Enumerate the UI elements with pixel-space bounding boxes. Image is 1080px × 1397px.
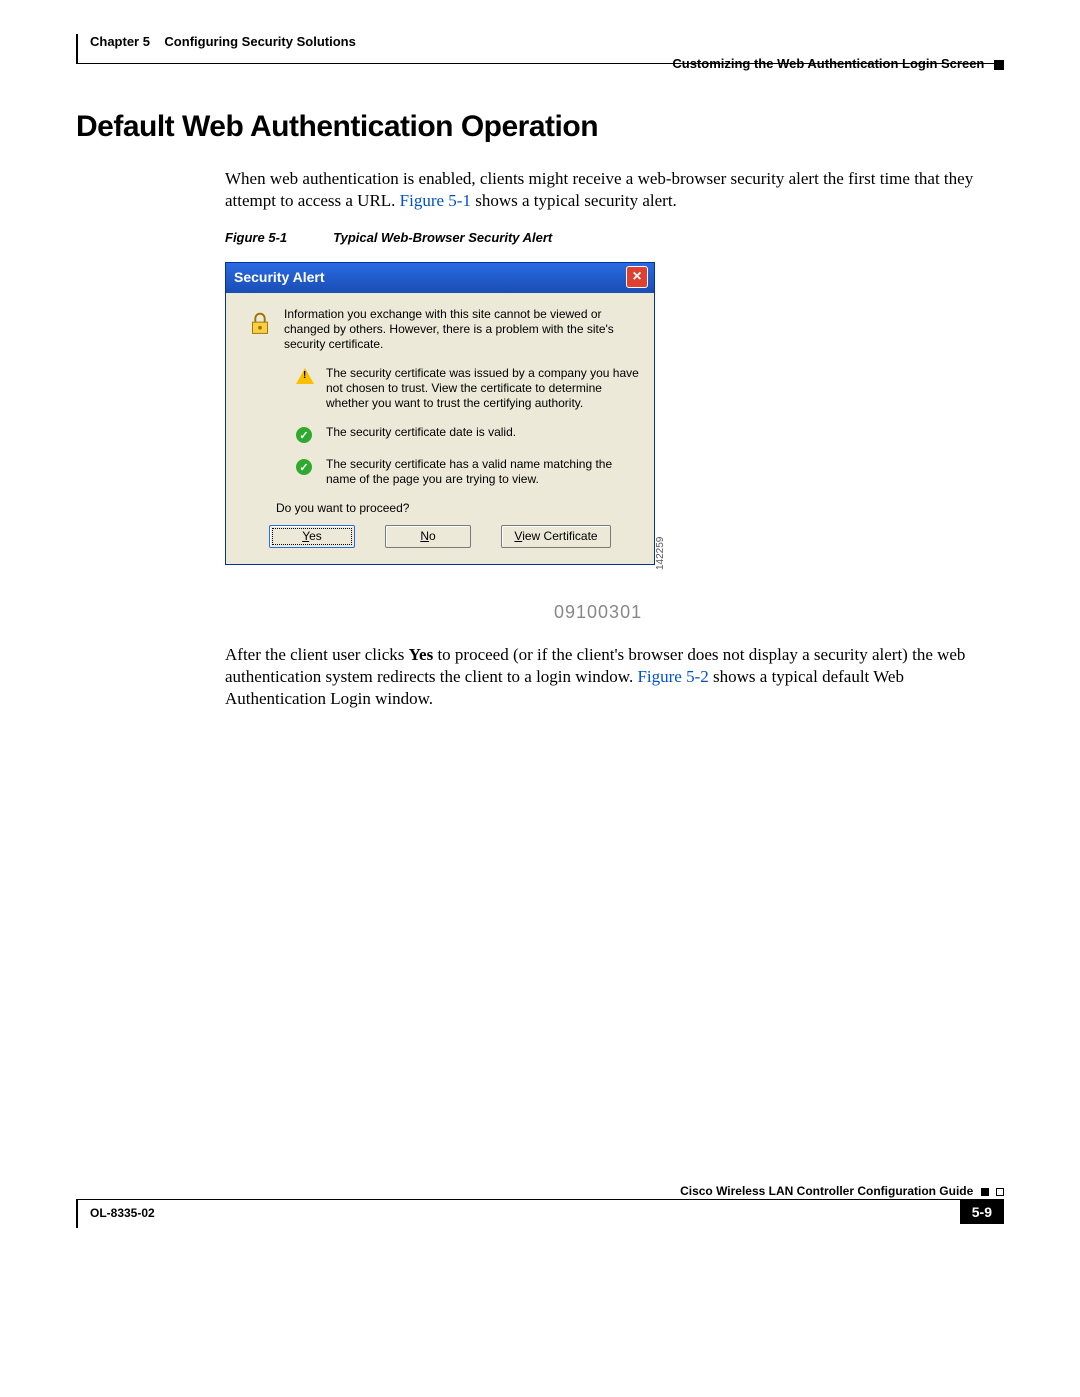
dialog-ok2-row: ✓ The security certificate has a valid n…: [276, 457, 640, 487]
yes-button[interactable]: Yes: [269, 525, 355, 548]
page-title: Default Web Authentication Operation: [76, 110, 598, 144]
dialog-buttons: Yes No View Certificate: [240, 525, 640, 552]
footer-rule: [76, 1200, 78, 1228]
intro-paragraph: When web authentication is enabled, clie…: [225, 168, 1000, 212]
security-alert-dialog: Security Alert × Information you exchang…: [225, 262, 655, 565]
dialog-main-row: Information you exchange with this site …: [240, 307, 640, 352]
dialog-ok2-text: The security certificate has a valid nam…: [316, 457, 640, 487]
security-alert-figure: Security Alert × Information you exchang…: [225, 262, 663, 565]
warning-icon: [276, 366, 316, 384]
figure-title: Typical Web-Browser Security Alert: [333, 230, 552, 245]
footer-square-open-icon: [996, 1188, 1004, 1196]
dialog-warn-text: The security certificate was issued by a…: [316, 366, 640, 411]
check-icon: ✓: [276, 457, 316, 475]
footer-square-icon: [981, 1188, 989, 1196]
header-square-icon: [994, 60, 1004, 70]
section-title: Customizing the Web Authentication Login…: [672, 56, 984, 71]
footer-right: Cisco Wireless LAN Controller Configurat…: [680, 1184, 1004, 1198]
figure-5-1-link[interactable]: Figure 5-1: [400, 191, 471, 210]
chapter-label: Chapter 5: [90, 34, 150, 49]
check-icon: ✓: [276, 425, 316, 443]
para2-bold: Yes: [409, 645, 434, 664]
dialog-main-text: Information you exchange with this site …: [280, 307, 640, 352]
header-right: Customizing the Web Authentication Login…: [672, 56, 1004, 71]
figure-sidecode: 142259: [655, 537, 666, 570]
header-left: Chapter 5 Configuring Security Solutions: [90, 34, 356, 49]
para2-pre: After the client user clicks: [225, 645, 409, 664]
close-button[interactable]: ×: [626, 266, 648, 288]
figure-caption: Figure 5-1 Typical Web-Browser Security A…: [225, 230, 552, 245]
after-figure-paragraph: After the client user clicks Yes to proc…: [225, 644, 1000, 710]
footer-left: OL-8335-02: [90, 1206, 155, 1220]
dialog-ok1-text: The security certificate date is valid.: [316, 425, 640, 440]
para1-post: shows a typical security alert.: [471, 191, 677, 210]
page-number: 5-9: [960, 1200, 1004, 1224]
no-button[interactable]: No: [385, 525, 471, 548]
dialog-warn-row: The security certificate was issued by a…: [276, 366, 640, 411]
header-rule: [76, 34, 78, 64]
figure-watermark: 09100301: [554, 602, 642, 623]
dialog-titlebar: Security Alert ×: [226, 263, 654, 293]
doc-id: OL-8335-02: [90, 1206, 155, 1220]
dialog-ok1-row: ✓ The security certificate date is valid…: [276, 425, 640, 443]
view-certificate-button[interactable]: View Certificate: [501, 525, 611, 548]
figure-label: Figure 5-1: [225, 230, 287, 245]
figure-5-2-link[interactable]: Figure 5-2: [637, 667, 708, 686]
dialog-proceed-text: Do you want to proceed?: [276, 501, 640, 515]
dialog-body: Information you exchange with this site …: [226, 293, 654, 564]
page-header: Chapter 5 Configuring Security Solutions…: [76, 34, 1004, 64]
dialog-title: Security Alert: [234, 269, 325, 285]
page-footer: Cisco Wireless LAN Controller Configurat…: [76, 1199, 1004, 1227]
lock-icon: [240, 307, 280, 339]
close-icon: ×: [632, 269, 641, 285]
chapter-title: Configuring Security Solutions: [164, 34, 355, 49]
guide-title: Cisco Wireless LAN Controller Configurat…: [680, 1184, 973, 1198]
